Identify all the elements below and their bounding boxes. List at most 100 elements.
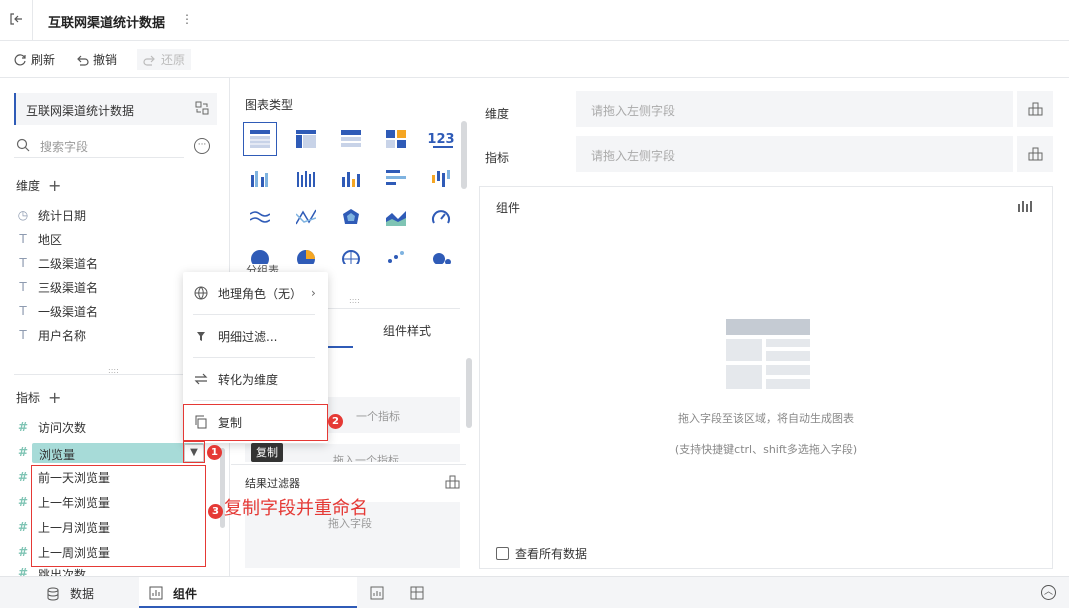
chart-icon [149, 586, 163, 600]
scrollbar[interactable] [466, 358, 472, 428]
cross-table-icon[interactable] [292, 125, 320, 153]
switch-dataset-icon[interactable] [195, 101, 209, 118]
area-chart-icon[interactable] [382, 203, 410, 231]
bar-chart-icon[interactable] [337, 164, 365, 192]
config-area: 维度 请拖入左侧字段 指标 请拖入左侧字段 组件 拖入字段至该区域，将自动生成图… [478, 78, 1069, 576]
number-type-icon: # [17, 545, 29, 559]
empty-table-illustration [726, 319, 810, 389]
search-input[interactable]: 搜索字段 [40, 138, 88, 155]
view-all-data-checkbox[interactable]: 查看所有数据 [496, 545, 587, 562]
swap-icon [194, 373, 208, 385]
undo-button[interactable]: 撤销 [75, 51, 117, 68]
table-chart-icon[interactable] [246, 125, 274, 153]
metric-item[interactable]: # 访问次数 [16, 417, 86, 437]
dimension-settings-button[interactable] [1017, 91, 1053, 127]
settings-icon [1028, 147, 1043, 161]
checkbox-icon[interactable] [496, 547, 509, 560]
number-type-icon: # [17, 495, 29, 509]
empty-hint-line2: (支持快捷键ctrl、shift多选拖入字段) [674, 443, 858, 456]
dimension-drop-zone[interactable]: 请拖入左侧字段 [576, 91, 1013, 127]
number-card-icon[interactable]: 123 [427, 125, 455, 153]
dataset-selector[interactable]: 互联网渠道统计数据 [14, 93, 217, 125]
stacked-bar-icon[interactable] [382, 164, 410, 192]
text-type-icon: T [19, 232, 27, 246]
globe-icon [194, 286, 208, 300]
filter-settings-icon[interactable] [445, 475, 460, 492]
scatter-chart-icon[interactable] [382, 242, 410, 264]
add-metric-icon[interactable]: + [48, 388, 61, 407]
annotation-badge-2: 2 [328, 414, 343, 429]
dimension-item[interactable]: T 用户名称 [16, 325, 86, 345]
pie-chart-icon[interactable] [246, 242, 274, 264]
search-field[interactable]: 搜索字段 [14, 136, 184, 158]
more-icon[interactable]: ⋮ [181, 12, 193, 26]
exit-icon[interactable] [9, 12, 23, 26]
bottom-tab-bar: 数据 组件 ︿ [0, 576, 1069, 608]
number-type-icon: # [17, 445, 29, 459]
range-bar-icon[interactable] [427, 164, 455, 192]
dimension-item[interactable]: T 一级渠道名 [16, 301, 98, 321]
chart-type-label: 图表类型 [245, 98, 294, 112]
divider [193, 357, 315, 358]
search-icon [16, 138, 30, 152]
metric-item[interactable]: # 跳出次数 [16, 566, 86, 576]
chart-settings-icon[interactable] [1018, 201, 1032, 216]
dimension-item[interactable]: T 三级渠道名 [16, 277, 98, 297]
component-title: 组件 [496, 201, 521, 215]
gauge-chart-icon[interactable] [427, 203, 455, 231]
filter-icon [197, 332, 205, 341]
text-type-icon: T [19, 304, 27, 318]
dimension-header: 维度 + [16, 176, 61, 195]
dimension-item[interactable]: ◷ 统计日期 [16, 205, 86, 225]
collapse-icon[interactable]: ︿ [1041, 585, 1056, 600]
menu-detail-filter[interactable]: 明细过滤... [183, 317, 328, 355]
redo-button[interactable]: 还原 [137, 49, 192, 70]
divider [193, 400, 315, 401]
line-chart-icon[interactable] [292, 203, 320, 231]
add-dimension-icon[interactable]: + [48, 176, 61, 195]
scrollbar[interactable] [461, 121, 467, 189]
annotation-note: 复制字段并重命名 [224, 498, 368, 519]
more-options-icon[interactable]: ··· [194, 138, 210, 154]
menu-convert-dimension[interactable]: 转化为维度 [183, 360, 328, 398]
selected-metric-item[interactable]: 浏览量 [32, 443, 204, 463]
metric-item[interactable]: # [16, 442, 30, 462]
tab-component-style[interactable]: 组件样式 [383, 322, 431, 339]
refresh-button[interactable]: 刷新 [13, 51, 55, 68]
metric-settings-button[interactable] [1017, 136, 1053, 172]
metric-header: 指标 + [16, 388, 61, 407]
add-dashboard-icon[interactable] [410, 586, 424, 603]
radar-chart-icon[interactable] [337, 203, 365, 231]
refresh-label: 刷新 [31, 53, 56, 67]
wave-chart-icon[interactable] [246, 203, 274, 231]
multi-bar-icon[interactable] [292, 164, 320, 192]
text-type-icon: T [19, 256, 27, 270]
menu-geo-role[interactable]: 地理角色（无） › [183, 274, 328, 312]
metric-title: 指标 [16, 391, 41, 405]
undo-icon [77, 55, 89, 66]
metric-drop-zone[interactable]: 请拖入左侧字段 [576, 136, 1013, 172]
dimension-item[interactable]: T 二级渠道名 [16, 253, 98, 273]
donut-chart-icon[interactable] [292, 242, 320, 264]
number-type-icon: # [17, 520, 29, 534]
tab-data[interactable]: 数据 [46, 585, 94, 602]
clock-icon: ◷ [17, 208, 29, 222]
dimension-item[interactable]: T 地区 [16, 229, 62, 249]
tab-component[interactable]: 组件 [139, 577, 357, 608]
map-chart-icon[interactable] [337, 242, 365, 264]
bubble-chart-icon[interactable] [427, 242, 455, 264]
database-icon [47, 587, 59, 601]
grouped-bar-icon[interactable] [246, 164, 274, 192]
dimension-title: 维度 [16, 179, 41, 193]
add-component-icon[interactable] [370, 586, 384, 603]
component-canvas[interactable]: 组件 拖入字段至该区域，将自动生成图表 (支持快捷键ctrl、shift多选拖入… [479, 186, 1053, 569]
chart-row-partial [231, 242, 466, 264]
divider [231, 464, 466, 465]
redo-icon [143, 55, 155, 66]
splitter-grip-icon[interactable]: :::: [349, 296, 360, 305]
annotation-badge-3: 3 [208, 504, 223, 519]
toolbar: 刷新 撤销 还原 [0, 41, 1069, 78]
kpi-card-icon[interactable] [382, 125, 410, 153]
splitter-grip-icon[interactable]: :::: [108, 366, 119, 375]
detail-table-icon[interactable] [337, 125, 365, 153]
